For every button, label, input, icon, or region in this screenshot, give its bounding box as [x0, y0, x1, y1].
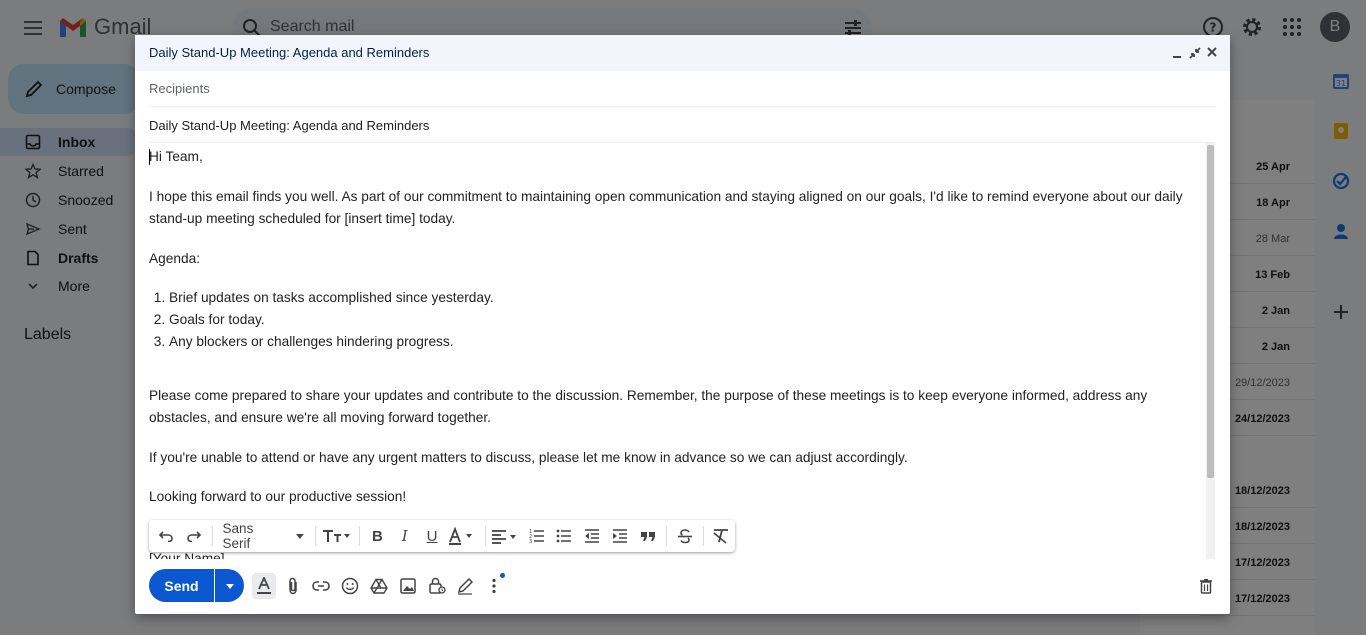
divider: [149, 142, 1216, 143]
strikethrough-icon[interactable]: [671, 520, 698, 552]
italic-icon[interactable]: I: [391, 520, 418, 552]
text-cursor: [149, 149, 150, 165]
dropdown-arrow-icon: [225, 583, 234, 589]
message-body[interactable]: Hi Team, I hope this email finds you wel…: [149, 145, 1201, 559]
underline-icon[interactable]: U: [418, 520, 445, 552]
close-icon[interactable]: [1206, 46, 1218, 58]
remove-formatting-icon[interactable]: [708, 520, 735, 552]
agenda-list: Brief updates on tasks accomplished sinc…: [149, 287, 1201, 353]
indent-less-icon[interactable]: [578, 520, 606, 552]
body-greeting: Hi Team,: [149, 149, 203, 164]
more-options-icon[interactable]: [483, 575, 505, 597]
signature-pen-icon[interactable]: [454, 575, 476, 597]
list-item: Brief updates on tasks accomplished sinc…: [169, 287, 1201, 309]
divider: [149, 106, 1216, 107]
toolbar-separator: [314, 526, 316, 546]
attach-file-icon[interactable]: [282, 575, 304, 597]
list-item: Goals for today.: [169, 309, 1201, 331]
emoji-icon[interactable]: [339, 575, 361, 597]
toolbar-separator: [211, 526, 213, 546]
svg-text:3: 3: [529, 539, 532, 544]
text-color-icon[interactable]: [446, 520, 481, 552]
align-icon[interactable]: [490, 520, 523, 552]
bulleted-list-icon[interactable]: [550, 520, 577, 552]
redo-icon[interactable]: [180, 520, 207, 552]
subject-field[interactable]: Daily Stand-Up Meeting: Agenda and Remin…: [149, 118, 429, 133]
compose-dialog: Daily Stand-Up Meeting: Agenda and Remin…: [135, 35, 1230, 614]
font-size-icon[interactable]: [320, 520, 355, 552]
indent-more-icon[interactable]: [606, 520, 634, 552]
quote-icon[interactable]: [634, 520, 662, 552]
font-family-value: Sans Serif: [222, 521, 254, 551]
formatting-toolbar: Sans Serif B I U 123: [149, 520, 735, 552]
minimize-icon[interactable]: [1171, 46, 1183, 60]
recipients-field[interactable]: Recipients: [149, 81, 210, 96]
dropdown-arrow-icon: [296, 534, 304, 539]
body-agenda-label: Agenda:: [149, 251, 200, 266]
scrollbar-thumb[interactable]: [1207, 145, 1214, 478]
confidential-mode-icon[interactable]: [426, 575, 448, 597]
send-button[interactable]: Send: [149, 569, 214, 602]
schedule-send-button[interactable]: [215, 569, 244, 602]
font-family-select[interactable]: Sans Serif: [217, 520, 311, 552]
bold-icon[interactable]: B: [364, 520, 391, 552]
insert-link-icon[interactable]: [310, 575, 332, 597]
notification-dot: [500, 573, 505, 578]
compose-title: Daily Stand-Up Meeting: Agenda and Remin…: [149, 45, 430, 60]
numbered-list-icon[interactable]: 123: [523, 520, 550, 552]
toolbar-separator: [702, 526, 704, 546]
google-drive-icon[interactable]: [368, 575, 390, 597]
toolbar-separator: [666, 526, 668, 546]
list-item: Any blockers or challenges hindering pro…: [169, 331, 1201, 353]
insert-photo-icon[interactable]: [397, 575, 419, 597]
exit-fullscreen-icon[interactable]: [1188, 46, 1202, 60]
body-closing: Looking forward to our productive sessio…: [149, 489, 407, 504]
text-format-icon: [257, 577, 271, 594]
undo-icon[interactable]: [151, 520, 180, 552]
toolbar-separator: [358, 526, 360, 546]
formatting-options-toggle[interactable]: [252, 573, 276, 599]
body-paragraph: If you're unable to attend or have any u…: [149, 450, 908, 465]
body-intro: I hope this email finds you well. As par…: [149, 189, 1183, 226]
body-paragraph: Please come prepared to share your updat…: [149, 388, 1148, 425]
toolbar-separator: [484, 526, 486, 546]
discard-draft-icon[interactable]: [1195, 575, 1217, 597]
